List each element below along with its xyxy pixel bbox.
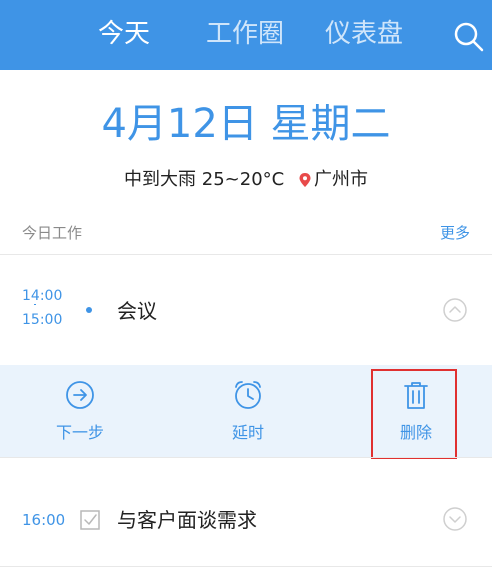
checkbox-icon[interactable]	[79, 509, 101, 531]
task-end-time: 15:00	[22, 312, 63, 328]
location-pin-icon	[299, 173, 311, 187]
task-start-time: 14:00	[22, 288, 63, 304]
delay-button[interactable]: 延时	[208, 379, 288, 449]
task-title: 会议	[117, 299, 157, 323]
tab-dashboard[interactable]: 仪表盘	[325, 14, 403, 54]
task-dot	[86, 307, 92, 313]
top-nav-bar: 今天 工作圈 仪表盘	[0, 0, 492, 70]
weather-line: 中到大雨 25~20°C 广州市	[0, 166, 492, 194]
task-item-client-meeting[interactable]: 16:00 与客户面谈需求	[0, 490, 492, 550]
task-title: 与客户面谈需求	[117, 508, 257, 532]
divider	[0, 254, 492, 255]
divider	[0, 457, 492, 458]
search-button[interactable]	[452, 20, 486, 54]
tab-today[interactable]: 今天	[98, 14, 150, 54]
weather-text: 中到大雨 25~20°C	[124, 169, 285, 190]
arrow-right-circle-icon	[66, 381, 94, 409]
task-start-time: 16:00	[22, 511, 66, 529]
next-step-label: 下一步	[55, 423, 104, 442]
more-link[interactable]: 更多	[440, 222, 470, 244]
time-separator	[34, 304, 36, 305]
tab-work-circle[interactable]: 工作圈	[206, 14, 284, 54]
task-item-meeting[interactable]: 14:00 15:00 会议	[0, 260, 492, 364]
divider	[0, 566, 492, 567]
search-icon	[454, 22, 484, 52]
chevron-down-circle-icon[interactable]	[442, 506, 468, 532]
chevron-up-circle-icon[interactable]	[442, 297, 468, 323]
date-title: 4月12日 星期二	[101, 101, 391, 147]
next-step-button[interactable]: 下一步	[40, 379, 120, 449]
location-text[interactable]: 广州市	[314, 169, 368, 190]
section-label: 今日工作	[22, 224, 83, 242]
highlight-box	[371, 369, 457, 459]
delay-label: 延时	[231, 423, 264, 442]
alarm-clock-icon	[235, 381, 261, 409]
